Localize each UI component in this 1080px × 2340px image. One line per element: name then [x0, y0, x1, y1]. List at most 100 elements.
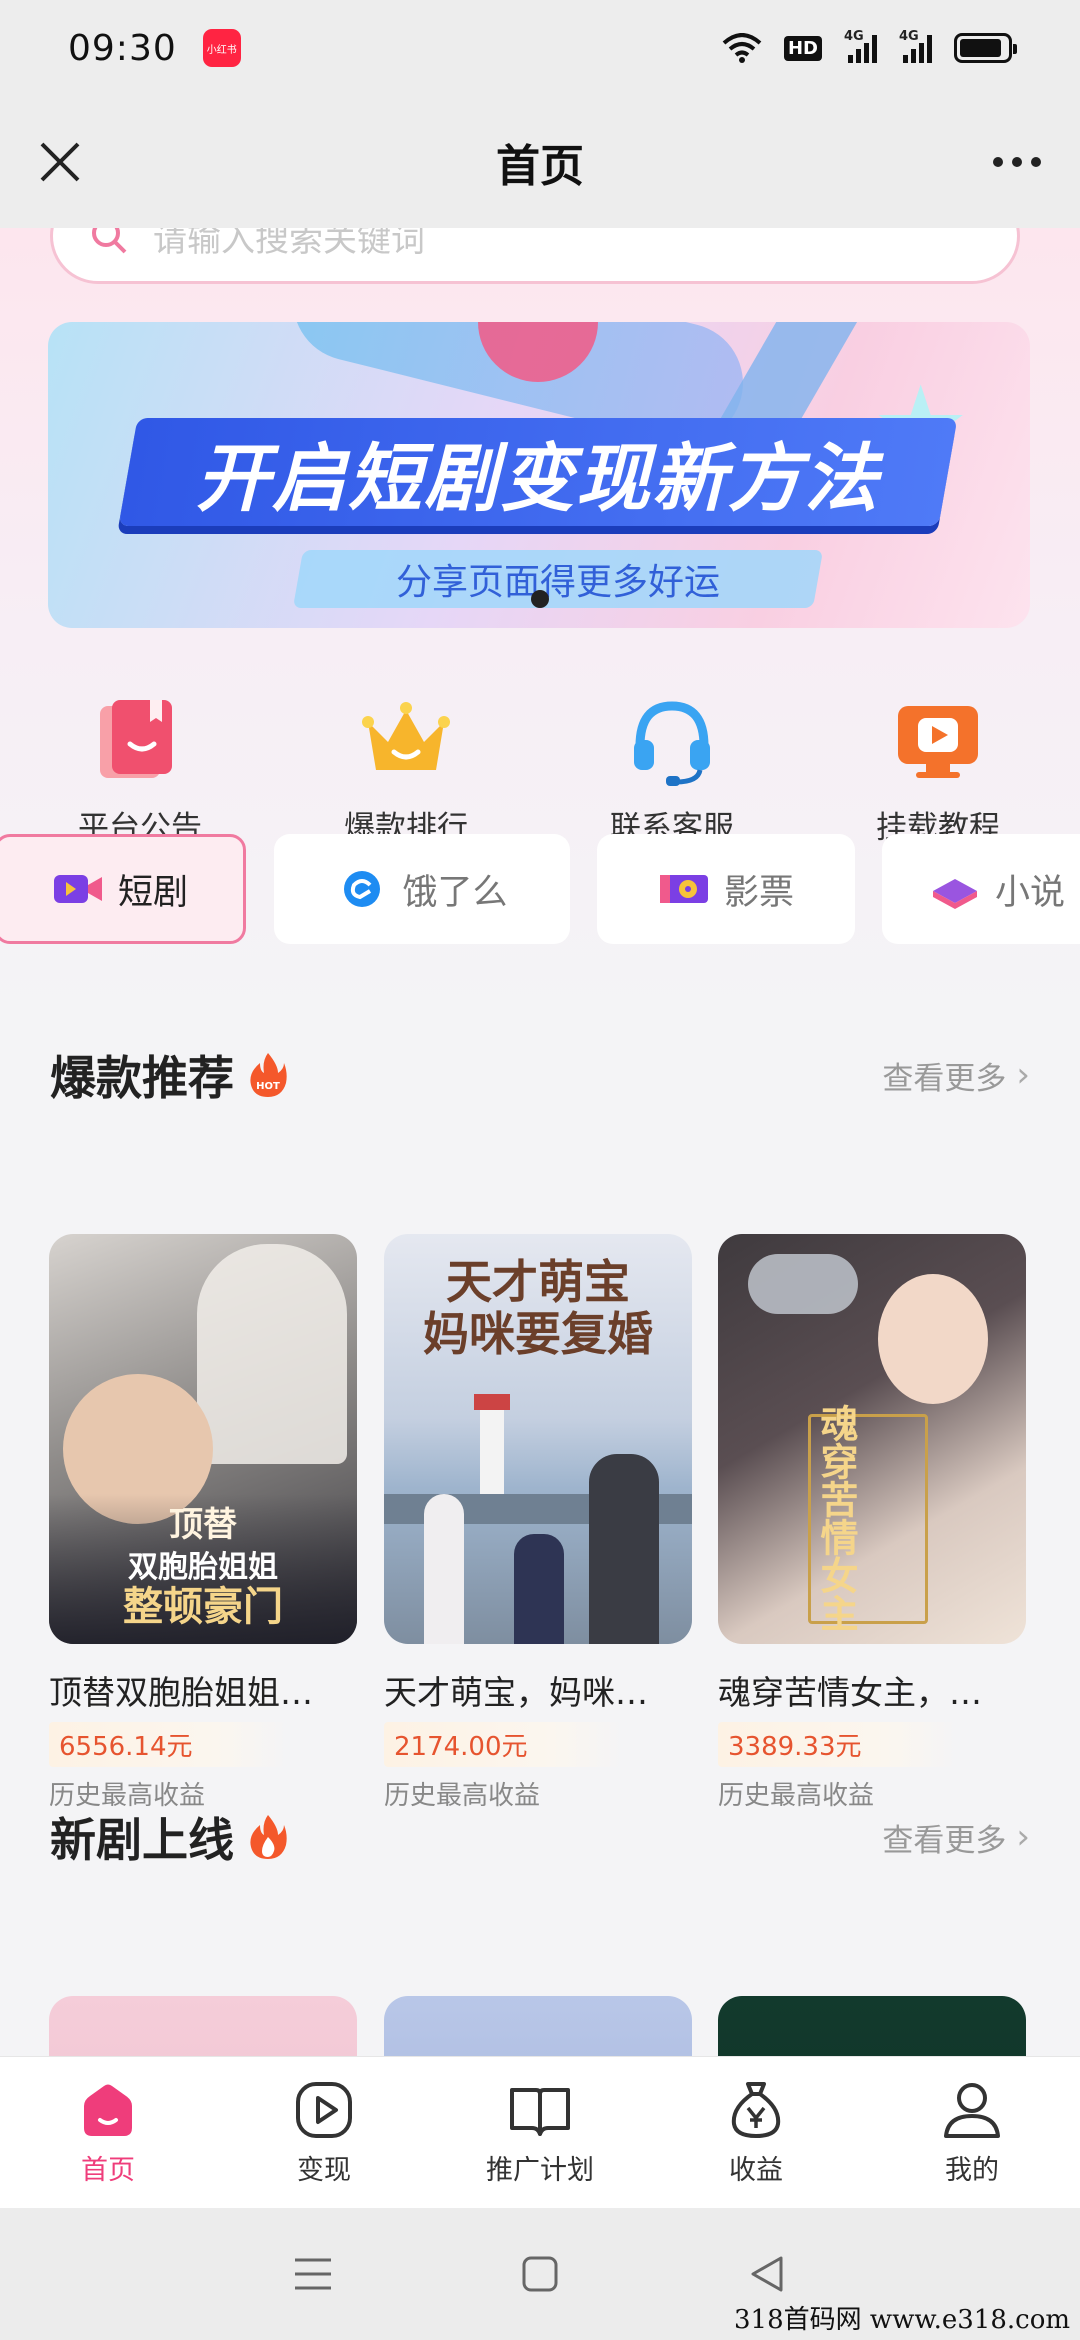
drama-earnings: 3389.33元 [718, 1722, 958, 1767]
app-notification-icon: 小红书 [202, 29, 241, 67]
quick-actions: 平台公告 爆款排行 联系客服 挂载教程 [0, 692, 1080, 846]
money-bag-icon [731, 2082, 781, 2138]
nav-label: 变现 [297, 2155, 351, 2186]
chevron-right-icon: › [1016, 1817, 1030, 1857]
bottom-nav: 首页 变现 推广计划 收益 我的 [0, 2056, 1080, 2208]
user-icon [944, 2083, 1000, 2138]
nav-label: 推广计划 [486, 2155, 594, 2186]
hot-badge-text: HOT [256, 1081, 280, 1092]
hd-icon: HD [783, 35, 822, 61]
menu-icon [295, 2258, 332, 2290]
signal-icon-1: 4G [844, 29, 877, 63]
film-ticket-icon [659, 875, 708, 903]
banner-title: 开启短剧变现新方法 [196, 435, 880, 522]
title-bar: 首页 [0, 96, 1080, 228]
network-label-1: 4G [844, 29, 864, 44]
recents-button[interactable] [283, 2244, 343, 2304]
page-title: 首页 [496, 141, 584, 192]
watermark: 318首码网 www.e318.com [734, 2305, 1070, 2335]
drama-card[interactable]: 天才萌宝 妈咪要复婚 天才萌宝，妈咪… 2174.00元 历史最高收益 [384, 1234, 692, 1812]
home-content[interactable]: 请输入搜索关键词 ★ 开启短剧变现新方法 分享页面得更多好运 平台公告 [0, 228, 1080, 2056]
tab-label: 小说 [994, 872, 1065, 913]
drama-card[interactable] [49, 1996, 357, 2056]
quick-action-support[interactable]: 联系客服 [562, 692, 782, 847]
drama-poster [384, 1996, 692, 2056]
search-placeholder: 请输入搜索关键词 [153, 228, 425, 260]
see-more-button[interactable]: 查看更多 › [882, 1053, 1030, 1098]
drama-poster: 魂穿苦情女主 [718, 1234, 1026, 1644]
nav-earnings[interactable]: 收益 [648, 2057, 864, 2208]
drama-card[interactable]: 顶替 双胞胎姐姐 整顿豪门 顶替双胞胎姐姐… 6556.14元 历史最高收益 [49, 1234, 357, 1812]
section-title: 新剧上线 [50, 1813, 234, 1867]
drama-title: 魂穿苦情女主，… [718, 1673, 982, 1712]
search-input[interactable]: 请输入搜索关键词 [50, 228, 1020, 284]
nav-label: 首页 [81, 2155, 135, 2186]
drama-earnings: 2174.00元 [384, 1722, 624, 1767]
drama-poster: 天才萌宝 妈咪要复婚 [384, 1234, 692, 1644]
eleme-icon [344, 871, 381, 907]
home-icon [84, 2084, 132, 2136]
system-nav-bar: 318首码网 www.e318.com [0, 2208, 1080, 2340]
tab-eleme[interactable]: 饿了么 [274, 834, 570, 944]
close-button[interactable] [30, 132, 90, 192]
quick-action-ranking[interactable]: 爆款排行 [296, 692, 516, 847]
nav-label: 我的 [945, 2155, 999, 2186]
section-title: 爆款推荐 [50, 1051, 234, 1105]
crown-icon [362, 702, 450, 770]
more-dots-icon [993, 157, 1003, 167]
video-camera-icon [53, 875, 102, 903]
open-book-icon [510, 2088, 570, 2136]
tab-label: 饿了么 [402, 872, 508, 913]
back-button[interactable] [737, 2244, 797, 2304]
tab-label: 影票 [723, 872, 794, 913]
new-section-header: 新剧上线 查看更多 › [50, 1802, 1030, 1872]
tab-novel[interactable]: 小说 [882, 834, 1080, 944]
wifi-icon [722, 33, 762, 63]
home-button[interactable] [510, 2244, 570, 2304]
drama-poster: 顶替 双胞胎姐姐 整顿豪门 [49, 1234, 357, 1644]
banner-indicator [531, 590, 549, 608]
play-monitor-icon [898, 706, 978, 778]
tab-short-drama[interactable]: 短剧 [0, 834, 246, 944]
drama-poster [49, 1996, 357, 2056]
drama-title: 天才萌宝，妈咪… [384, 1673, 648, 1712]
nav-promotion[interactable]: 推广计划 [432, 2057, 648, 2208]
close-icon [40, 142, 80, 182]
drama-poster [718, 1996, 1026, 2056]
play-circle-icon [296, 2082, 352, 2138]
poster-text: 魂穿苦情女主 [814, 1404, 858, 1632]
signal-icon-2: 4G [899, 29, 932, 63]
more-button[interactable] [982, 132, 1052, 192]
drama-card[interactable] [384, 1996, 692, 2056]
tab-movie-ticket[interactable]: 影票 [597, 834, 855, 944]
book-icon [932, 879, 977, 909]
nav-profile[interactable]: 我的 [864, 2057, 1080, 2208]
quick-action-announcement[interactable]: 平台公告 [30, 692, 250, 847]
drama-earnings: 6556.14元 [49, 1722, 289, 1767]
see-more-label: 查看更多 [882, 1822, 1007, 1859]
chevron-right-icon: › [1016, 1055, 1030, 1095]
status-bar: 09:30 小红书 HD 4G 4G [0, 0, 1080, 96]
battery-level [960, 39, 1002, 57]
drama-card[interactable] [718, 1996, 1026, 2056]
nav-home[interactable]: 首页 [0, 2057, 216, 2208]
quick-action-tutorial[interactable]: 挂载教程 [828, 692, 1048, 847]
see-more-button[interactable]: 查看更多 › [882, 1815, 1030, 1860]
nav-monetize[interactable]: 变现 [216, 2057, 432, 2208]
headset-icon [634, 701, 710, 786]
poster-text: 妈咪要复婚 [423, 1307, 653, 1361]
banner-subtitle: 分享页面得更多好运 [395, 562, 720, 603]
poster-text: 整顿豪门 [123, 1584, 283, 1630]
promo-banner[interactable]: ★ 开启短剧变现新方法 分享页面得更多好运 [48, 322, 1030, 628]
battery-icon [954, 33, 1017, 63]
fire-hot-icon: HOT [250, 1053, 287, 1097]
status-time: 09:30 [68, 27, 177, 69]
drama-title: 顶替双胞胎姐姐… [49, 1673, 313, 1712]
drama-card[interactable]: 魂穿苦情女主 魂穿苦情女主，… 3389.33元 历史最高收益 [718, 1234, 1026, 1812]
see-more-label: 查看更多 [882, 1060, 1007, 1097]
hot-section-header: 爆款推荐 HOT 查看更多 › [50, 1040, 1030, 1110]
bookmark-icon [100, 700, 172, 778]
status-icons: HD 4G 4G [722, 29, 1017, 63]
back-triangle-icon [751, 2256, 783, 2292]
nav-label: 收益 [729, 2155, 783, 2186]
